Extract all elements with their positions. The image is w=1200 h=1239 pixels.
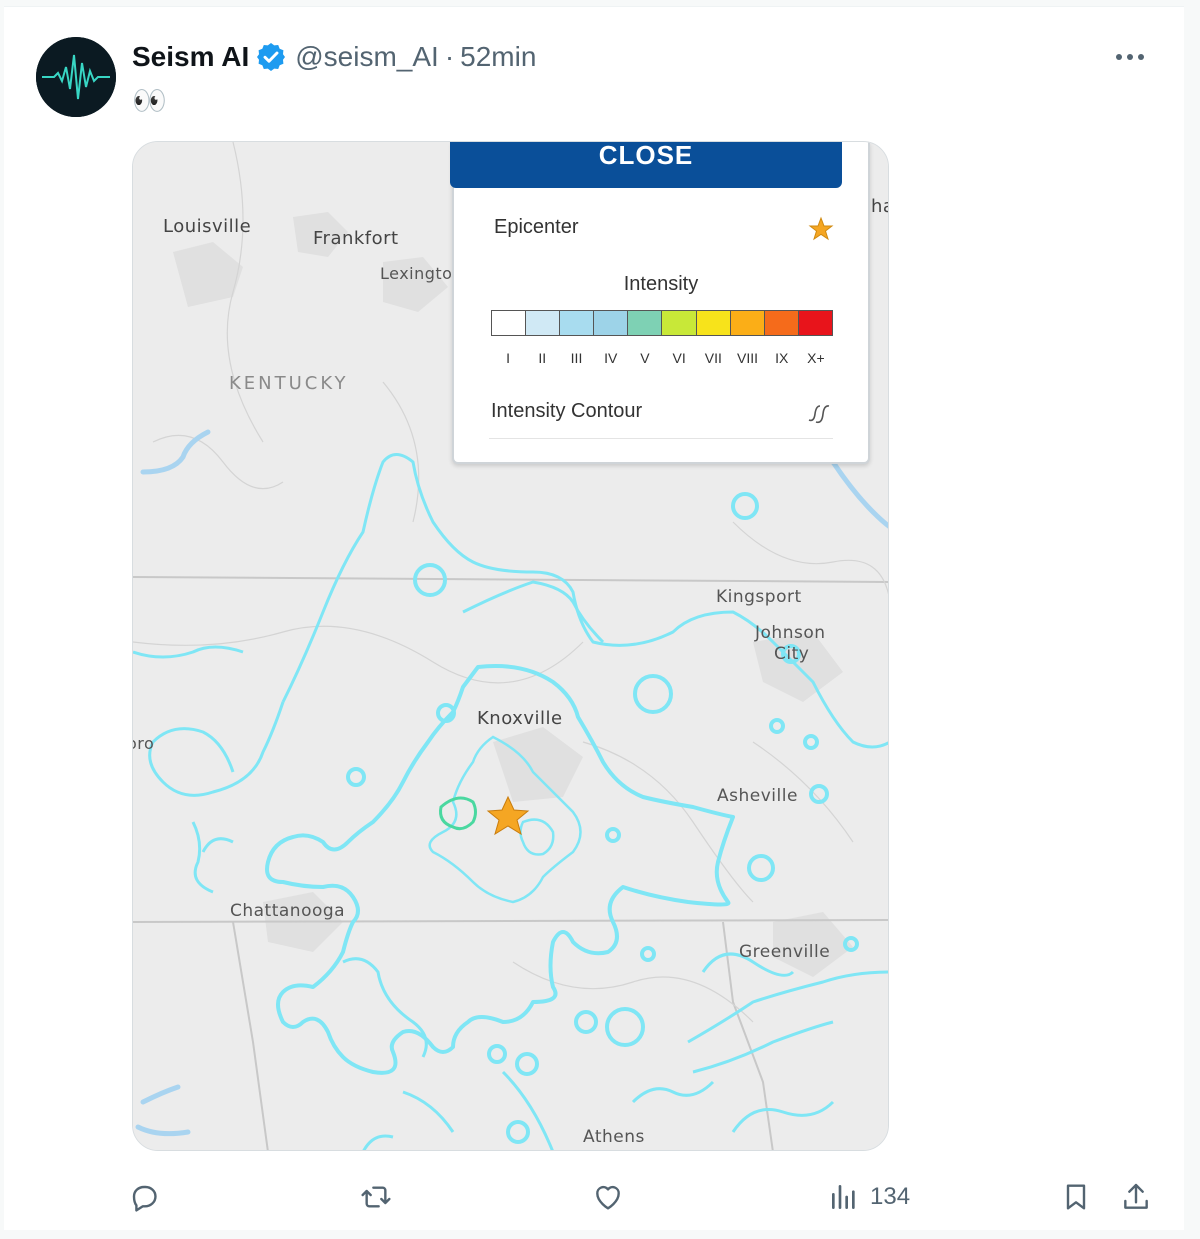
tweet-header: Seism AI @seism_AI · 52min — [132, 37, 536, 77]
contour-line-icon — [808, 405, 830, 424]
timestamp[interactable]: 52min — [460, 41, 536, 73]
map-label-frankfort: Frankfort — [313, 228, 399, 249]
map-legend-panel: CLOSE Epicenter Intensity I II III IV V VI VII… — [450, 142, 870, 464]
intensity-tick-label: IV — [604, 350, 618, 366]
map-label-ha: ha — [871, 196, 888, 217]
map-label-kentucky: KENTUCKY — [229, 373, 349, 394]
intensity-tick-label: VII — [704, 350, 722, 366]
map-image[interactable]: Louisville Frankfort Lexingto KENTUCKY h… — [132, 141, 889, 1151]
intensity-tick-label: VI — [672, 350, 686, 366]
intensity-swatch — [628, 311, 663, 335]
reply-button[interactable] — [128, 1175, 170, 1219]
tweet-text: 👀 — [132, 85, 167, 116]
author-name[interactable]: Seism AI — [132, 41, 249, 73]
intensity-tick-labels: I II III IV V VI VII VIII IX X+ — [491, 350, 833, 366]
legend-contour-label: Intensity Contour — [491, 400, 643, 422]
retweet-button[interactable] — [360, 1175, 402, 1219]
legend-epicenter-label: Epicenter — [494, 216, 579, 238]
intensity-swatch — [560, 311, 595, 335]
intensity-swatch — [662, 311, 697, 335]
separator: · — [444, 41, 455, 72]
seismograph-icon — [36, 37, 116, 117]
map-label-kingsport: Kingsport — [716, 587, 802, 607]
views-button[interactable]: 134 — [828, 1175, 910, 1219]
map-label-knoxville: Knoxville — [477, 708, 563, 729]
intensity-tick-label: II — [538, 350, 547, 366]
map-label-ro: oro — [133, 734, 155, 753]
bookmark-button[interactable] — [1060, 1175, 1092, 1219]
share-button[interactable] — [1120, 1175, 1152, 1219]
views-count: 134 — [870, 1183, 911, 1210]
close-button[interactable]: CLOSE — [450, 142, 842, 188]
bookmark-icon — [1066, 1184, 1086, 1210]
intensity-swatch — [492, 311, 527, 335]
intensity-tick-label: IX — [775, 350, 789, 366]
author-handle[interactable]: @seism_AI — [295, 41, 439, 73]
intensity-tick-label: VIII — [737, 350, 759, 366]
intensity-swatch — [764, 311, 799, 335]
intensity-tick-label: I — [506, 350, 511, 366]
map-label-chattanooga: Chattanooga — [230, 901, 346, 921]
views-chart-icon — [832, 1185, 855, 1209]
legend-intensity-label: Intensity — [623, 273, 699, 295]
map-label-greenville: Greenville — [739, 942, 831, 962]
intensity-swatch — [730, 311, 765, 335]
map-label-lexington: Lexingto — [380, 264, 453, 283]
map-label-louisville: Louisville — [163, 216, 252, 237]
retweet-icon — [361, 1186, 391, 1208]
map-label-athens: Athens — [583, 1127, 645, 1147]
map-label-asheville: Asheville — [717, 786, 798, 806]
intensity-swatch — [594, 311, 629, 335]
tweet-card[interactable]: Seism AI @seism_AI · 52min 👀 Louisville … — [4, 6, 1184, 1230]
share-icon — [1124, 1183, 1148, 1209]
avatar[interactable] — [36, 37, 116, 117]
intensity-tick-label: V — [640, 350, 650, 366]
intensity-color-scale — [491, 310, 833, 336]
more-options-icon[interactable] — [1112, 45, 1148, 69]
map-label-johnson-city-2: City — [774, 644, 810, 664]
tweet-actions: 134 — [4, 1175, 1184, 1219]
intensity-tick-label: III — [570, 350, 583, 366]
heart-icon — [596, 1185, 620, 1210]
like-button[interactable] — [592, 1175, 634, 1219]
intensity-swatch — [798, 311, 832, 335]
verified-badge-icon — [257, 43, 286, 71]
epicenter-star-icon — [808, 216, 834, 241]
legend-divider — [489, 438, 833, 439]
map-label-johnson-city-1: Johnson — [755, 623, 826, 643]
reply-icon — [132, 1185, 157, 1212]
intensity-tick-label: X+ — [807, 350, 825, 366]
intensity-swatch — [696, 311, 731, 335]
intensity-swatch — [526, 311, 561, 335]
